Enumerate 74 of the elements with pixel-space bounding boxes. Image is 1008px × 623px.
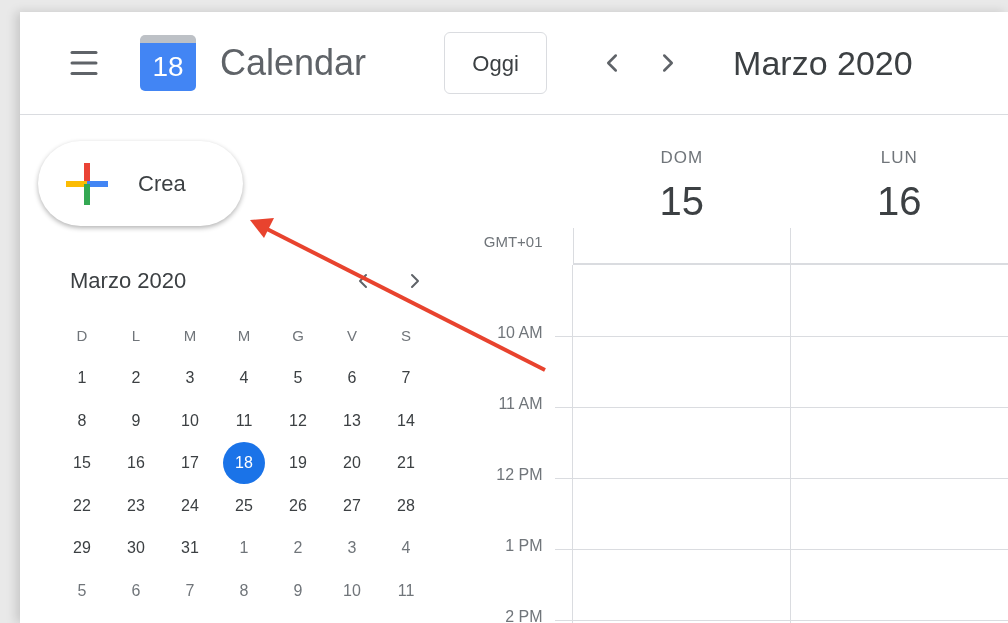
day-number[interactable]: 10 — [169, 399, 211, 442]
weekday-label: S — [401, 325, 411, 346]
hour-label: 1 PM — [505, 538, 543, 554]
day-number[interactable]: 6 — [331, 357, 373, 400]
day-number[interactable]: 7 — [169, 569, 211, 612]
day-number[interactable]: 29 — [61, 527, 103, 570]
time-slot[interactable] — [572, 336, 791, 407]
day-number[interactable]: 11 — [385, 569, 427, 612]
day-number[interactable]: 4 — [385, 527, 427, 570]
day-number[interactable]: 16 — [115, 442, 157, 485]
time-slot[interactable] — [790, 407, 1008, 478]
plus-icon — [66, 162, 108, 205]
day-number[interactable]: 25 — [223, 484, 265, 527]
day-number[interactable]: 1 — [61, 357, 103, 400]
hour-label: 10 AM — [497, 325, 543, 341]
hour-label: 12 PM — [496, 467, 543, 483]
day-number[interactable]: 3 — [331, 527, 373, 570]
create-button[interactable]: Crea — [38, 141, 243, 226]
day-number[interactable]: 27 — [331, 484, 373, 527]
day-number[interactable]: 14 — [385, 399, 427, 442]
day-number[interactable]: 26 — [277, 484, 319, 527]
day-number[interactable]: 31 — [169, 527, 211, 570]
logo-date: 18 — [152, 53, 184, 81]
day-number[interactable]: 11 — [223, 399, 265, 442]
time-slot[interactable] — [790, 549, 1008, 620]
today-button[interactable]: Oggi — [444, 32, 548, 94]
time-slot[interactable] — [572, 407, 791, 478]
day-number[interactable]: 6 — [115, 569, 157, 612]
app-name: Calendar — [220, 45, 367, 81]
hour-label: 2 PM — [505, 609, 543, 623]
day-number[interactable]: 3 — [169, 357, 211, 400]
time-slot[interactable] — [572, 478, 791, 549]
day-number[interactable]: 17 — [169, 442, 211, 485]
day-date: 15 — [659, 180, 704, 221]
day-number[interactable]: 4 — [223, 357, 265, 400]
day-number[interactable]: 10 — [331, 569, 373, 612]
day-number[interactable]: 20 — [331, 442, 373, 485]
day-number[interactable]: 1 — [223, 527, 265, 570]
day-number[interactable]: 30 — [115, 527, 157, 570]
day-number[interactable]: 22 — [61, 484, 103, 527]
day-number[interactable]: 12 — [277, 399, 319, 442]
weekday-label: V — [347, 325, 357, 346]
weekday-label: L — [131, 325, 141, 346]
time-slot[interactable] — [790, 478, 1008, 549]
day-number[interactable]: 23 — [115, 484, 157, 527]
weekday-label: M — [183, 325, 197, 346]
mini-calendar-title: Marzo 2020 — [70, 267, 187, 295]
day-number[interactable]: 8 — [223, 569, 265, 612]
period-title: Marzo 2020 — [733, 46, 913, 80]
weekday-label: G — [292, 325, 304, 346]
day-number[interactable]: 5 — [277, 357, 319, 400]
hour-label: 11 AM — [498, 396, 543, 412]
weekday-label: D — [76, 325, 88, 346]
day-number[interactable]: 13 — [331, 399, 373, 442]
weekday-heading: DOM — [660, 147, 704, 169]
day-number[interactable]: 24 — [169, 484, 211, 527]
day-number[interactable]: 21 — [385, 442, 427, 485]
timezone-label: GMT+01 — [483, 234, 543, 252]
weekday-heading: LUN — [880, 147, 918, 169]
day-number[interactable]: 15 — [61, 442, 103, 485]
day-number[interactable]: 5 — [61, 569, 103, 612]
time-slot[interactable] — [790, 336, 1008, 407]
day-date: 16 — [877, 180, 922, 221]
day-number[interactable]: 9 — [115, 399, 157, 442]
weekday-label: M — [237, 325, 251, 346]
day-number[interactable]: 19 — [277, 442, 319, 485]
day-number[interactable]: 18 — [223, 442, 265, 485]
time-slot[interactable] — [572, 549, 791, 620]
day-number[interactable]: 2 — [115, 357, 157, 400]
day-number[interactable]: 7 — [385, 357, 427, 400]
day-number[interactable]: 8 — [61, 399, 103, 442]
day-number[interactable]: 28 — [385, 484, 427, 527]
day-number[interactable]: 9 — [277, 569, 319, 612]
day-number[interactable]: 2 — [277, 527, 319, 570]
